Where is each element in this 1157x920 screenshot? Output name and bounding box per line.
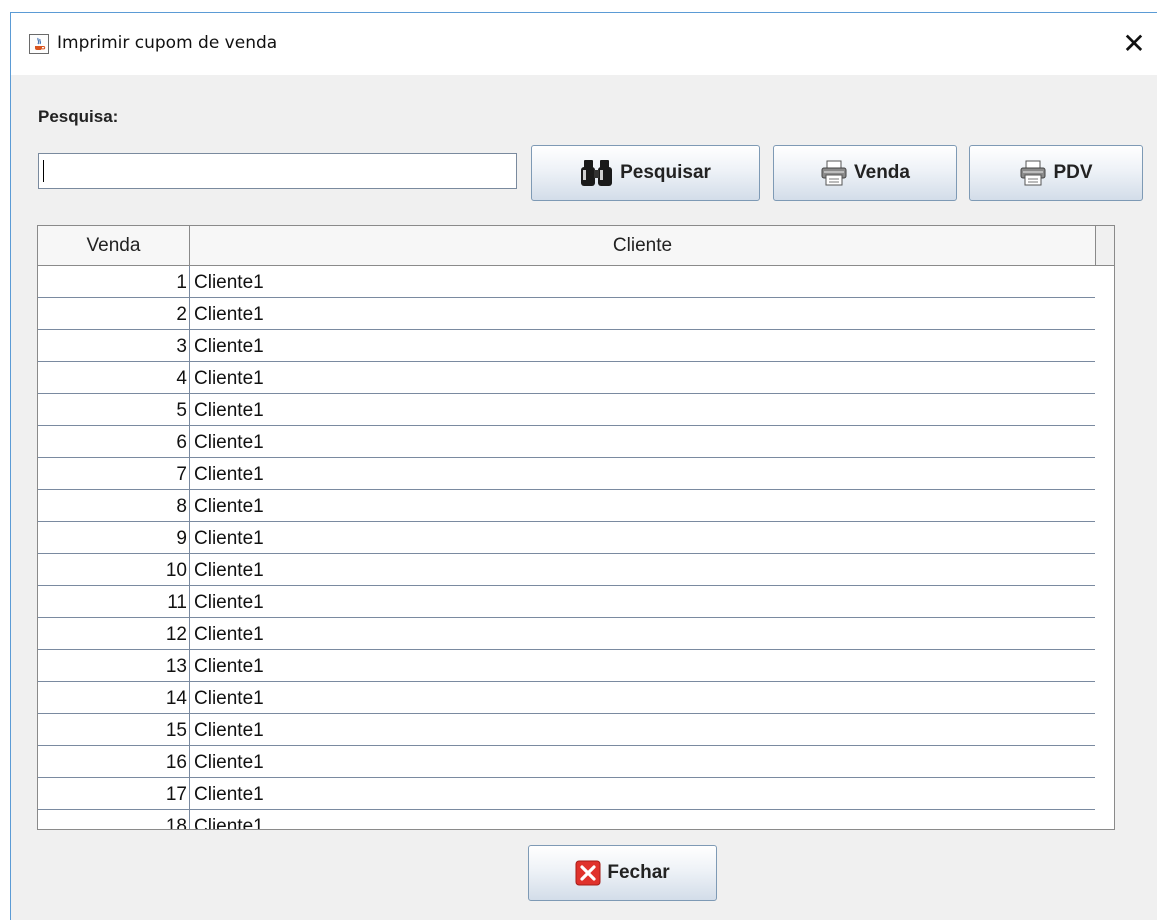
cell-cliente: Cliente1 bbox=[194, 592, 264, 613]
cell-venda: 7 bbox=[38, 458, 190, 489]
cell-venda: 8 bbox=[38, 490, 190, 521]
cell-venda: 14 bbox=[38, 682, 190, 713]
cell-venda: 11 bbox=[38, 586, 190, 617]
table-row[interactable]: 4 Cliente1 bbox=[38, 362, 1095, 394]
cell-venda: 13 bbox=[38, 650, 190, 681]
cell-cliente: Cliente1 bbox=[194, 688, 264, 709]
cell-venda: 3 bbox=[38, 330, 190, 361]
column-header-cliente[interactable]: Cliente bbox=[190, 226, 1095, 265]
fechar-button[interactable]: Fechar bbox=[528, 845, 717, 901]
cell-cliente: Cliente1 bbox=[194, 304, 264, 325]
search-label: Pesquisa: bbox=[38, 107, 119, 126]
printer-icon bbox=[1019, 160, 1047, 186]
table-row[interactable]: 5 Cliente1 bbox=[38, 394, 1095, 426]
cell-venda: 2 bbox=[38, 298, 190, 329]
cell-venda: 16 bbox=[38, 746, 190, 777]
text-caret bbox=[43, 160, 44, 182]
table-row[interactable]: 17 Cliente1 bbox=[38, 778, 1095, 810]
venda-button[interactable]: Venda bbox=[773, 145, 957, 201]
pesquisar-button[interactable]: Pesquisar bbox=[531, 145, 760, 201]
table-row[interactable]: 8 Cliente1 bbox=[38, 490, 1095, 522]
cell-venda: 1 bbox=[38, 266, 190, 297]
table-row[interactable]: 13 Cliente1 bbox=[38, 650, 1095, 682]
table-row[interactable]: 2 Cliente1 bbox=[38, 298, 1095, 330]
cell-venda: 12 bbox=[38, 618, 190, 649]
printer-icon bbox=[820, 160, 848, 186]
cell-venda: 18 bbox=[38, 810, 190, 829]
cell-venda: 10 bbox=[38, 554, 190, 585]
table-row[interactable]: 15 Cliente1 bbox=[38, 714, 1095, 746]
cell-cliente: Cliente1 bbox=[194, 816, 264, 830]
table-row[interactable]: 14 Cliente1 bbox=[38, 682, 1095, 714]
cell-cliente: Cliente1 bbox=[194, 624, 264, 645]
column-header-venda[interactable]: Venda bbox=[38, 226, 190, 265]
venda-button-label: Venda bbox=[854, 162, 910, 183]
table-row[interactable]: 9 Cliente1 bbox=[38, 522, 1095, 554]
cell-cliente: Cliente1 bbox=[194, 496, 264, 517]
sales-table: Venda Cliente 1 Cliente1 2 Cliente1 3 Cliente… bbox=[37, 225, 1115, 830]
table-row[interactable]: 16 Cliente1 bbox=[38, 746, 1095, 778]
cell-venda: 4 bbox=[38, 362, 190, 393]
pesquisar-button-label: Pesquisar bbox=[620, 162, 711, 183]
binoculars-icon bbox=[580, 159, 614, 187]
cell-cliente: Cliente1 bbox=[194, 336, 264, 357]
table-row[interactable]: 18 Cliente1 bbox=[38, 810, 1095, 830]
close-x-icon bbox=[575, 860, 601, 886]
table-row[interactable]: 7 Cliente1 bbox=[38, 458, 1095, 490]
cell-cliente: Cliente1 bbox=[194, 528, 264, 549]
cell-cliente: Cliente1 bbox=[194, 272, 264, 293]
cell-venda: 15 bbox=[38, 714, 190, 745]
print-receipt-dialog: Imprimir cupom de venda ✕ Pesquisa: Pesq… bbox=[10, 12, 1157, 920]
cell-venda: 5 bbox=[38, 394, 190, 425]
cell-cliente: Cliente1 bbox=[194, 560, 264, 581]
cell-venda: 17 bbox=[38, 778, 190, 809]
table-row[interactable]: 1 Cliente1 bbox=[38, 266, 1095, 298]
pdv-button-label: PDV bbox=[1053, 162, 1093, 183]
table-body: 1 Cliente1 2 Cliente1 3 Cliente1 4 Cliente1 5 Cli… bbox=[38, 266, 1095, 830]
cell-cliente: Cliente1 bbox=[194, 432, 264, 453]
cell-cliente: Cliente1 bbox=[194, 752, 264, 773]
cell-venda: 9 bbox=[38, 522, 190, 553]
cell-cliente: Cliente1 bbox=[194, 464, 264, 485]
cell-cliente: Cliente1 bbox=[194, 656, 264, 677]
window-title: Imprimir cupom de venda bbox=[57, 33, 278, 53]
table-row[interactable]: 3 Cliente1 bbox=[38, 330, 1095, 362]
cell-cliente: Cliente1 bbox=[194, 400, 264, 421]
cell-cliente: Cliente1 bbox=[194, 368, 264, 389]
cell-cliente: Cliente1 bbox=[194, 720, 264, 741]
fechar-button-label: Fechar bbox=[607, 862, 670, 883]
title-bar: Imprimir cupom de venda ✕ bbox=[11, 13, 1157, 75]
table-header: Venda Cliente bbox=[38, 226, 1095, 266]
cell-cliente: Cliente1 bbox=[194, 784, 264, 805]
pdv-button[interactable]: PDV bbox=[969, 145, 1143, 201]
table-corner bbox=[1095, 226, 1114, 266]
table-row[interactable]: 11 Cliente1 bbox=[38, 586, 1095, 618]
close-window-button[interactable]: ✕ bbox=[1117, 27, 1151, 61]
java-cup-icon bbox=[29, 34, 49, 54]
search-input[interactable] bbox=[38, 153, 517, 189]
cell-venda: 6 bbox=[38, 426, 190, 457]
table-row[interactable]: 6 Cliente1 bbox=[38, 426, 1095, 458]
table-row[interactable]: 10 Cliente1 bbox=[38, 554, 1095, 586]
table-row[interactable]: 12 Cliente1 bbox=[38, 618, 1095, 650]
